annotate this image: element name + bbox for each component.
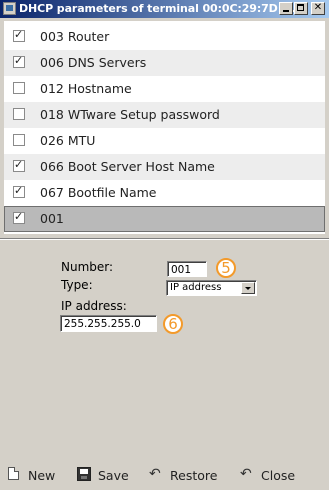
close-window-button[interactable]: ✕ [311, 2, 325, 15]
callout-marker-5: 5 [216, 258, 236, 278]
checkbox[interactable] [13, 108, 25, 120]
option-editor: Number: 001 5 Type: IP address IP addres… [0, 240, 329, 460]
window-title: DHCP parameters of terminal 00:0C:29:7D:… [19, 2, 301, 15]
checkbox[interactable] [13, 54, 25, 68]
option-label: 066 Boot Server Host Name [40, 159, 215, 174]
list-item[interactable]: 067 Bootfile Name [4, 180, 325, 206]
list-item[interactable]: 006 DNS Servers [4, 50, 325, 76]
floppy-disk-icon [77, 467, 91, 481]
bottom-toolbar: New Save ↶ Restore ↶ Close [0, 463, 329, 487]
ip-address-label: IP address: [61, 299, 127, 313]
option-label: 026 MTU [40, 133, 96, 148]
checkbox[interactable] [13, 28, 25, 42]
new-document-icon [8, 467, 19, 480]
option-label: 018 WTware Setup password [40, 107, 220, 122]
option-label: 001 [40, 211, 64, 226]
restore-button[interactable]: ↶ Restore [148, 466, 224, 484]
list-item[interactable]: 066 Boot Server Host Name [4, 154, 325, 180]
checkbox[interactable] [13, 210, 25, 224]
type-label: Type: [61, 278, 93, 292]
close-button-label: Close [261, 468, 296, 483]
close-button[interactable]: ↶ Close [239, 466, 301, 484]
new-button-label: New [28, 468, 56, 483]
type-select[interactable]: IP address [166, 280, 257, 296]
minimize-button[interactable] [279, 2, 293, 15]
checkbox[interactable] [13, 158, 25, 172]
checkbox[interactable] [13, 134, 25, 146]
undo-arrow-icon: ↶ [240, 466, 252, 482]
chevron-down-icon[interactable] [241, 282, 255, 294]
save-button[interactable]: Save [76, 466, 134, 484]
dhcp-options-list: 003 Router 006 DNS Servers 012 Hostname … [4, 21, 325, 234]
window-title-bar[interactable]: DHCP parameters of terminal 00:0C:29:7D:… [0, 0, 329, 18]
list-item[interactable]: 018 WTware Setup password [4, 102, 325, 128]
option-label: 067 Bootfile Name [40, 185, 157, 200]
ip-address-field[interactable]: 255.255.255.0 [60, 315, 157, 332]
callout-marker-6: 6 [163, 314, 183, 334]
list-item-selected[interactable]: 001 [4, 206, 325, 232]
option-label: 003 Router [40, 29, 110, 44]
type-select-value: IP address [170, 282, 222, 293]
checkbox[interactable] [13, 82, 25, 94]
maximize-button[interactable] [294, 2, 308, 15]
list-item[interactable]: 026 MTU [4, 128, 325, 154]
list-item[interactable]: 012 Hostname [4, 76, 325, 102]
number-field[interactable]: 001 [167, 261, 207, 277]
number-label: Number: [61, 260, 114, 274]
restore-button-label: Restore [170, 468, 218, 483]
undo-arrow-icon: ↶ [149, 466, 161, 482]
list-item[interactable]: 003 Router [4, 24, 325, 50]
new-button[interactable]: New [6, 466, 62, 484]
option-label: 012 Hostname [40, 81, 132, 96]
app-icon [3, 2, 16, 15]
checkbox[interactable] [13, 184, 25, 198]
save-button-label: Save [98, 468, 129, 483]
option-label: 006 DNS Servers [40, 55, 147, 70]
